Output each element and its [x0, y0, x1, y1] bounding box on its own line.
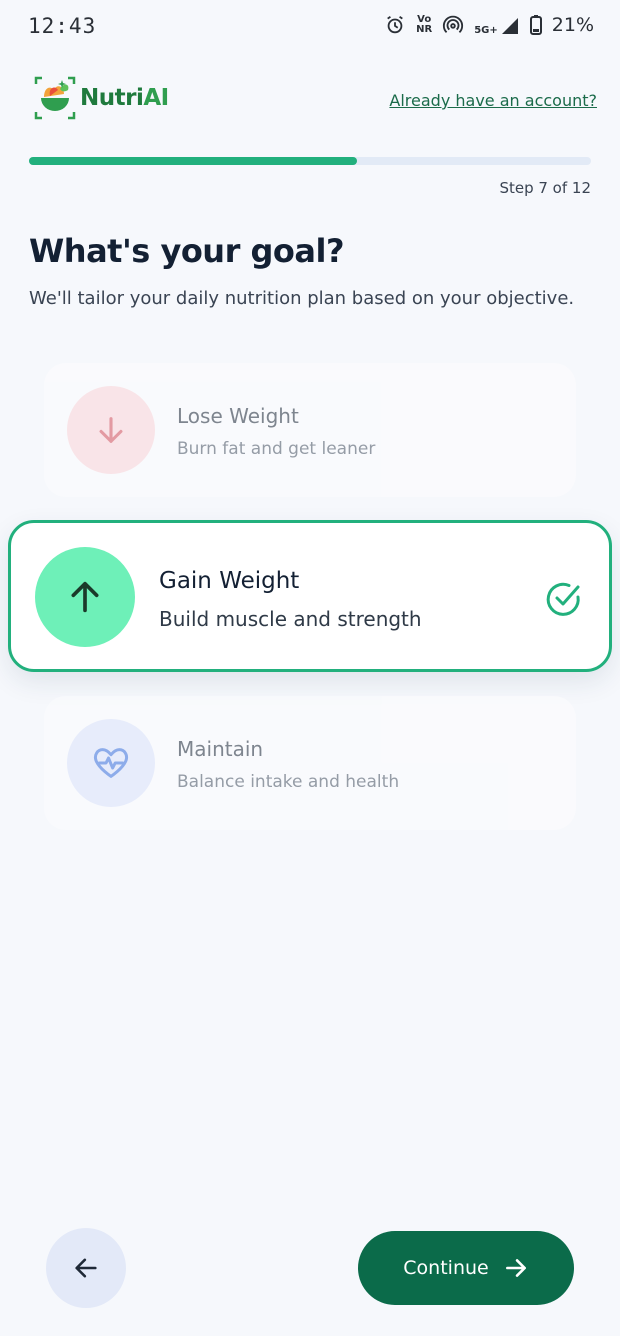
arrow-up-icon [71, 581, 99, 613]
battery-icon [529, 15, 542, 35]
goal-option-gain-weight[interactable]: Gain Weight Build muscle and strength [8, 520, 612, 672]
goal-option-title: Maintain [177, 737, 264, 761]
progress-bar-fill [29, 157, 357, 165]
goal-option-subtitle: Balance intake and health [177, 772, 400, 792]
alarm-icon [387, 15, 403, 34]
hotspot-icon [443, 15, 464, 33]
goal-option-title: Gain Weight [159, 568, 300, 594]
continue-button[interactable]: Continue [358, 1231, 574, 1305]
back-button[interactable] [46, 1228, 126, 1308]
signal-icon [501, 18, 518, 34]
status-bar: 12:43 Vo NR 5G+ 21% [0, 0, 620, 56]
progress-bar [29, 157, 591, 165]
continue-button-label: Continue [403, 1257, 489, 1279]
salad-bowl-icon [34, 76, 76, 120]
logo-text-nutri: Nutri [80, 85, 144, 111]
status-icons: Vo NR 5G+ 21% [384, 14, 594, 36]
heart-pulse-icon [93, 748, 129, 778]
goal-option-lose-weight[interactable]: Lose Weight Burn fat and get leaner [44, 363, 576, 497]
arrow-right-icon [505, 1259, 526, 1277]
goal-icon-circle [67, 386, 155, 474]
page-subtitle: We'll tailor your daily nutrition plan b… [29, 288, 575, 309]
nutriai-logo: NutriAI [34, 76, 169, 120]
status-time: 12:43 [28, 14, 97, 38]
goal-option-maintain[interactable]: Maintain Balance intake and health [44, 696, 576, 830]
network-type: 5G+ [474, 25, 498, 36]
logo-text-ai: AI [143, 85, 169, 111]
arrow-down-icon [99, 417, 123, 443]
already-have-account-link[interactable]: Already have an account? [389, 91, 597, 110]
volte-bottom-label: NR [416, 24, 433, 35]
goal-option-title: Lose Weight [177, 404, 299, 428]
volte-indicator: Vo NR [416, 15, 432, 35]
goal-icon-circle [67, 719, 155, 807]
goal-option-subtitle: Build muscle and strength [159, 607, 422, 631]
step-indicator: Step 7 of 12 [499, 179, 591, 197]
battery-percentage: 21% [551, 14, 594, 36]
goal-icon-circle [35, 547, 135, 647]
goal-option-subtitle: Burn fat and get leaner [177, 439, 376, 459]
page-title: What's your goal? [29, 232, 345, 270]
check-circle-icon [546, 582, 580, 616]
arrow-left-icon [75, 1258, 97, 1278]
